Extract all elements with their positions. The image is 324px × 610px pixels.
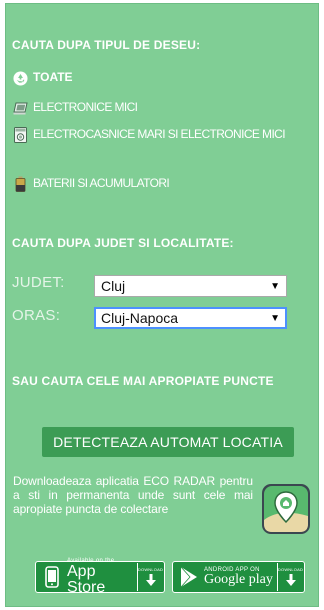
category-all[interactable]: TOATE [12,70,73,86]
city-value: Cluj-Napoca [101,310,179,326]
phone-icon [39,566,65,588]
chevron-down-icon: ▼ [270,280,280,292]
category-label: BATERII SI ACUMULATORI [33,176,170,190]
chevron-down-icon: ▼ [270,312,280,324]
category-label: ELECTRONICE MICI [33,100,138,114]
download-arrow-icon [145,574,156,586]
city-select[interactable]: Cluj-Napoca ▼ [94,307,287,329]
city-label: ORAS: [12,307,61,324]
recycle-icon [12,70,28,86]
google-play-button[interactable]: ANDROID APP ON Google play DOWNLOAD [172,561,305,593]
detect-location-button[interactable]: DETECTEAZA AUTOMAT LOCATIA [42,427,294,457]
waste-type-heading: CAUTA DUPA TIPUL DE DESEU: [12,38,201,52]
category-small-electronics[interactable]: ELECTRONICE MICI [12,100,138,116]
category-batteries[interactable]: BATERII SI ACUMULATORI [12,176,170,192]
play-icon [176,566,202,588]
appliance-icon [12,127,28,143]
category-label: TOATE [33,70,73,84]
download-arrow-icon [285,574,296,586]
county-select[interactable]: Cluj ▼ [94,275,287,297]
category-label: ELECTROCASNICE MARI SI ELECTRONICE MICI [33,127,286,141]
app-store-button[interactable]: Available on the App Store DOWNLOAD [35,558,165,596]
battery-icon [12,176,28,192]
app-promo-text: Downloadeaza aplicatia ECO RADAR pentru … [13,474,253,516]
download-badge: DOWNLOAD [137,563,163,591]
category-large-appliances[interactable]: ELECTROCASNICE MARI SI ELECTRONICE MICI [12,127,302,143]
download-text: DOWNLOAD [137,567,164,572]
electronics-icon [12,100,28,116]
eco-radar-app-icon[interactable] [260,480,312,540]
appstore-big-text: App Store [67,563,106,596]
county-label: JUDET: [12,274,65,291]
county-value: Cluj [101,278,126,294]
googleplay-big-text: Google play [204,572,273,587]
nearby-heading: SAU CAUTA CELE MAI APROPIATE PUNCTE [12,374,274,388]
location-heading: CAUTA DUPA JUDET SI LOCALITATE: [12,236,234,250]
download-badge: DOWNLOAD [277,563,303,591]
download-text: DOWNLOAD [277,567,304,572]
